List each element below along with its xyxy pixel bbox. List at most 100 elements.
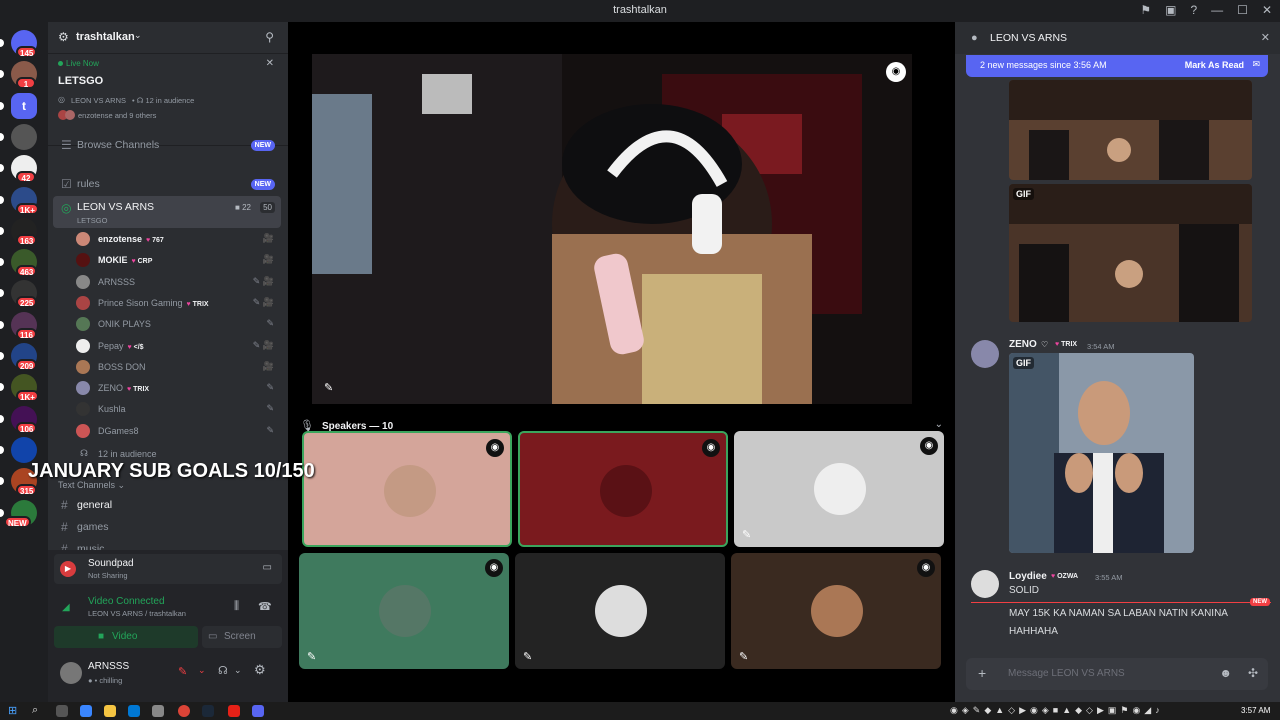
user-name-text: Kushla xyxy=(98,404,126,415)
search-icon[interactable]: ⌕ xyxy=(32,704,38,717)
voice-user[interactable]: BOSS DON 🎥 xyxy=(76,358,276,377)
record-icon[interactable]: ◉ xyxy=(920,437,938,455)
message-text: SOLID xyxy=(1009,585,1040,596)
voice-state-icons: ✎ xyxy=(266,382,274,393)
tag-icon: ♥ xyxy=(127,386,132,394)
add-member-icon[interactable]: ⚲ xyxy=(265,30,274,44)
voice-user[interactable]: Pepay ♥ </$ ✎ 🎥 xyxy=(76,337,276,356)
video-icon: ■ xyxy=(98,631,105,642)
voice-user[interactable]: Kushla ✎ xyxy=(76,400,276,419)
disconnect-icon[interactable]: ☎ xyxy=(258,600,272,613)
message-composer[interactable]: + Message LEON VS ARNS ☻ ✣ xyxy=(966,658,1268,690)
record-icon[interactable]: ◉ xyxy=(886,62,906,82)
message-author[interactable]: ZENO xyxy=(1009,339,1037,350)
voice-channel-leon-vs-arns[interactable]: ◎ LEON VS ARNS LETSGO ■ 22 50 xyxy=(53,196,281,228)
file-explorer-icon[interactable] xyxy=(104,705,116,717)
avatar[interactable] xyxy=(971,570,999,598)
channel-music[interactable]: # music xyxy=(53,538,281,550)
record-icon[interactable]: ◉ xyxy=(917,559,935,577)
close-icon[interactable]: ✕ xyxy=(266,58,274,69)
chevron-down-icon[interactable]: ⌄ xyxy=(234,665,242,676)
task-view-icon[interactable] xyxy=(56,705,68,717)
channel-label: games xyxy=(77,521,109,533)
server-header[interactable]: ⚙ trashtalkan ⌄ ⚲ xyxy=(48,22,288,54)
apps-icon[interactable]: ✣ xyxy=(1248,666,1258,680)
video-button[interactable]: ■ Video xyxy=(54,626,198,648)
voice-user[interactable]: enzotense ♥ 767 🎥 xyxy=(76,230,276,249)
settings-gear-icon[interactable]: ⚙ xyxy=(254,662,266,678)
record-icon[interactable]: ◉ xyxy=(486,439,504,457)
speaker-tile[interactable]: ◉ ✎ xyxy=(731,553,941,669)
user-name-text: Prince Sison Gaming xyxy=(98,297,183,308)
help-icon[interactable]: ? xyxy=(1190,3,1197,17)
avatar[interactable] xyxy=(971,340,999,368)
steam-icon[interactable] xyxy=(202,705,214,717)
member-tag: ♥ CRP xyxy=(132,258,153,265)
voice-user[interactable]: ONIK PLAYS ✎ xyxy=(76,315,276,334)
server-icon[interactable] xyxy=(11,123,37,150)
user-name-text: ARNSSS xyxy=(98,276,136,287)
close-window-button[interactable]: ✕ xyxy=(1262,3,1272,17)
voice-user[interactable]: ARNSSS ✎ 🎥 xyxy=(76,273,276,292)
voice-user[interactable]: ZENO ♥ TRIX ✎ xyxy=(76,379,276,398)
voice-user[interactable]: Prince Sison Gaming ♥ TRIX ✎ 🎥 xyxy=(76,294,276,313)
mark-as-read-button[interactable]: Mark As Read xyxy=(1185,60,1244,70)
browse-channels[interactable]: ☰ Browse Channels NEW xyxy=(53,134,281,156)
chevron-down-icon[interactable]: ⌄ xyxy=(198,665,206,676)
voice-user[interactable]: MOKIE ♥ CRP 🎥 xyxy=(76,251,276,270)
server-icon[interactable] xyxy=(11,436,37,463)
gif-image[interactable]: GIF xyxy=(1009,184,1252,322)
live-dot-icon xyxy=(58,61,63,66)
youtube-icon[interactable] xyxy=(228,705,240,717)
headset-icon[interactable]: ☊ xyxy=(218,664,228,677)
message-input[interactable]: Message LEON VS ARNS xyxy=(1008,668,1125,679)
record-icon[interactable]: ◉ xyxy=(702,439,720,457)
plus-icon[interactable]: + xyxy=(978,665,986,681)
message-author[interactable]: Loydiee xyxy=(1009,571,1047,582)
muted-mic-icon[interactable]: ✎ xyxy=(178,665,187,678)
speaker-tile[interactable]: ✎ xyxy=(515,553,725,669)
screen-icon[interactable]: ▣ xyxy=(1165,3,1176,17)
noise-suppression-icon[interactable]: ⫼ xyxy=(234,600,239,613)
system-tray-icons[interactable]: ◉◈✎◆▲◇▶◉◈■▲◆◇▶▣⚑◉◢♪ xyxy=(950,705,1164,716)
live-event-card[interactable]: Live Now ✕ LETSGO ◎ LEON VS ARNS • ☊ 12 … xyxy=(48,54,288,146)
avatar[interactable] xyxy=(60,662,82,684)
voice-user[interactable]: DGames8 ✎ xyxy=(76,422,276,441)
outlook-icon[interactable] xyxy=(128,705,140,717)
channel-games[interactable]: # games xyxy=(53,516,281,538)
start-icon[interactable]: ⊞ xyxy=(8,704,17,717)
maximize-button[interactable]: ☐ xyxy=(1237,3,1248,17)
featured-video[interactable]: ◉ ✎ xyxy=(312,54,912,404)
record-icon[interactable]: ◉ xyxy=(485,559,503,577)
gif-image[interactable]: GIF xyxy=(1009,353,1194,553)
voice-state-icons: ✎ 🎥 xyxy=(252,296,274,307)
server-icon[interactable]: t xyxy=(11,92,37,119)
unread-pip xyxy=(0,320,4,329)
screen-label: Screen xyxy=(224,631,256,642)
speaker-tile[interactable]: ◉ xyxy=(302,431,512,547)
channel-rules[interactable]: ☑ rules NEW xyxy=(53,173,281,195)
close-icon[interactable]: ✕ xyxy=(1261,31,1270,44)
message-text: MAY 15K KA NAMAN SA LABAN NATIN KANINA xyxy=(1009,608,1228,619)
copilot-icon[interactable] xyxy=(80,705,92,717)
chevron-down-icon: ⌄ xyxy=(134,30,142,40)
unread-pip xyxy=(0,445,4,454)
channel-general[interactable]: # general xyxy=(53,494,281,516)
minimize-button[interactable]: — xyxy=(1211,3,1223,17)
avatar xyxy=(595,585,647,637)
tag-label: 767 xyxy=(152,237,164,244)
avatar xyxy=(76,359,90,374)
store-icon[interactable] xyxy=(152,705,164,717)
speaker-tile[interactable]: ◉ xyxy=(518,431,728,547)
discord-icon[interactable] xyxy=(252,705,264,717)
screen-button[interactable]: ▭ Screen xyxy=(202,626,282,648)
soundpad-activity[interactable]: ▶ Soundpad Not Sharing ▭ xyxy=(54,554,282,584)
chrome-icon[interactable] xyxy=(178,705,190,717)
gif-image[interactable] xyxy=(1009,80,1252,180)
inbox-icon[interactable]: ⚑ xyxy=(1140,3,1151,17)
speaker-tile[interactable]: ◉ ✎ xyxy=(734,431,944,547)
emoji-icon[interactable]: ☻ xyxy=(1219,666,1232,680)
speaker-tile[interactable]: ◉ ✎ xyxy=(299,553,509,669)
share-screen-icon[interactable]: ▭ xyxy=(263,562,272,573)
new-messages-banner[interactable]: 2 new messages since 3:56 AM Mark As Rea… xyxy=(966,55,1268,77)
